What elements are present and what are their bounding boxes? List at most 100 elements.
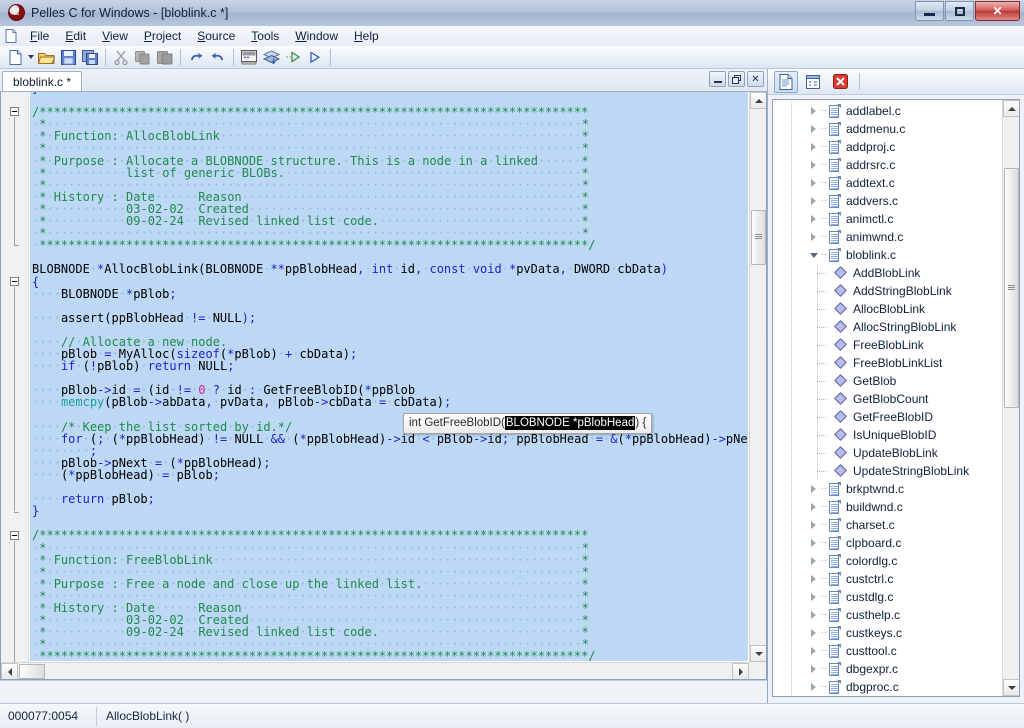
mdi-minimize-button[interactable] [709, 71, 726, 87]
mdi-close-button[interactable]: ✕ [747, 71, 764, 87]
tree-vertical-scrollbar-thumb[interactable] [1004, 168, 1019, 408]
source-files-view-button[interactable] [774, 71, 798, 93]
horizontal-scrollbar-thumb[interactable] [19, 664, 45, 679]
build-log-view-button[interactable] [801, 71, 825, 93]
close-button[interactable]: ✕ [975, 1, 1020, 21]
tree-scroll-down-button[interactable] [1003, 679, 1020, 696]
chevron-down-icon[interactable] [26, 47, 35, 68]
tree-expander-closed[interactable] [809, 178, 820, 189]
project-tree[interactable]: ··addlabel.c··addmenu.c··addproj.c··addr… [772, 99, 1020, 697]
tree-item-dbgproc-c[interactable]: ··dbgproc.c [773, 678, 1002, 696]
close-red-icon[interactable] [828, 71, 852, 93]
tree-item-getblob[interactable]: GetBlob [773, 372, 1002, 390]
tree-item-label: brkptwnd.c [846, 480, 904, 498]
build-icon[interactable] [238, 47, 260, 68]
run-blue-icon[interactable] [304, 47, 326, 68]
tree-item-colordlg-c[interactable]: ··colordlg.c [773, 552, 1002, 570]
tree-expander-closed[interactable] [809, 610, 820, 621]
tree-item-addbloblink[interactable]: AddBlobLink [773, 264, 1002, 282]
tree-expander-closed[interactable] [809, 592, 820, 603]
tree-item-addstringbloblink[interactable]: AddStringBlobLink [773, 282, 1002, 300]
tree-expander-open[interactable] [809, 250, 820, 261]
scroll-right-button[interactable] [732, 663, 749, 680]
tree-item-allocstringbloblink[interactable]: AllocStringBlobLink [773, 318, 1002, 336]
tree-expander-closed[interactable] [809, 484, 820, 495]
tree-expander-closed[interactable] [809, 232, 820, 243]
open-folder-icon[interactable] [35, 47, 57, 68]
code-editor[interactable]: } /*************************************… [0, 92, 767, 680]
tree-item-freebloblinklist[interactable]: FreeBlobLinkList [773, 354, 1002, 372]
tree-expander-closed[interactable] [809, 502, 820, 513]
undo-arrow-icon[interactable] [185, 47, 207, 68]
redo-arrow-icon[interactable] [207, 47, 229, 68]
project-tree-items[interactable]: ··addlabel.c··addmenu.c··addproj.c··addr… [773, 100, 1002, 696]
tree-item-charset-c[interactable]: ··charset.c [773, 516, 1002, 534]
tree-item-buildwnd-c[interactable]: ··buildwnd.c [773, 498, 1002, 516]
tree-item-bloblink-c[interactable]: ··bloblink.c [773, 246, 1002, 264]
tree-expander-closed[interactable] [809, 646, 820, 657]
scroll-down-button[interactable] [750, 645, 767, 662]
tree-item-isuniqueblobid[interactable]: IsUniqueBlobID [773, 426, 1002, 444]
tree-item-animctl-c[interactable]: ··animctl.c [773, 210, 1002, 228]
tree-item-addvers-c[interactable]: ··addvers.c [773, 192, 1002, 210]
tree-expander-closed[interactable] [809, 106, 820, 117]
tree-expander-closed[interactable] [809, 574, 820, 585]
menu-item-project[interactable]: Project [136, 27, 189, 46]
floppy-disk-icon[interactable] [57, 47, 79, 68]
tree-expander-closed[interactable] [809, 124, 820, 135]
new-document-icon[interactable] [4, 47, 26, 68]
tree-expander-closed[interactable] [809, 628, 820, 639]
vertical-scrollbar-thumb[interactable] [751, 210, 766, 265]
tree-item-animwnd-c[interactable]: ··animwnd.c [773, 228, 1002, 246]
tree-expander-closed[interactable] [809, 520, 820, 531]
menu-item-source[interactable]: Source [189, 27, 243, 46]
rebuild-stack-icon[interactable] [260, 47, 282, 68]
tree-item-addlabel-c[interactable]: ··addlabel.c [773, 102, 1002, 120]
menu-item-tools[interactable]: Tools [243, 27, 287, 46]
tree-item-updatebloblink[interactable]: UpdateBlobLink [773, 444, 1002, 462]
menu-item-help[interactable]: Help [346, 27, 387, 46]
tree-item-getfreeblobid[interactable]: GetFreeBlobID [773, 408, 1002, 426]
tree-expander-closed[interactable] [809, 142, 820, 153]
code-text-area[interactable]: } /*************************************… [30, 92, 748, 661]
tree-expander-closed[interactable] [809, 538, 820, 549]
editor-vertical-scrollbar[interactable] [749, 92, 766, 662]
tree-expander-closed[interactable] [809, 682, 820, 693]
tree-scroll-up-button[interactable] [1003, 100, 1020, 117]
minimize-button[interactable] [915, 1, 944, 21]
tree-item-updatestringbloblink[interactable]: UpdateStringBlobLink [773, 462, 1002, 480]
tree-expander-closed[interactable] [809, 214, 820, 225]
tree-item-dbgexpr-c[interactable]: ··dbgexpr.c [773, 660, 1002, 678]
tree-item-freebloblink[interactable]: FreeBlobLink [773, 336, 1002, 354]
mdi-restore-button[interactable] [728, 71, 745, 87]
tree-item-getblobcount[interactable]: GetBlobCount [773, 390, 1002, 408]
menu-item-file[interactable]: FFileile [22, 27, 57, 46]
tree-item-custtool-c[interactable]: ··custtool.c [773, 642, 1002, 660]
menu-item-edit[interactable]: Edit [57, 27, 94, 46]
tree-item-addrsrc-c[interactable]: ··addrsrc.c [773, 156, 1002, 174]
tree-expander-closed[interactable] [809, 196, 820, 207]
tree-item-allocbloblink[interactable]: AllocBlobLink [773, 300, 1002, 318]
tree-expander-closed[interactable] [809, 556, 820, 567]
save-all-icon[interactable] [79, 47, 101, 68]
tree-item-custkeys-c[interactable]: ··custkeys.c [773, 624, 1002, 642]
tree-item-custdlg-c[interactable]: ··custdlg.c [773, 588, 1002, 606]
tree-item-brkptwnd-c[interactable]: ··brkptwnd.c [773, 480, 1002, 498]
restore-button[interactable] [945, 1, 974, 21]
tree-item-custhelp-c[interactable]: ··custhelp.c [773, 606, 1002, 624]
editor-horizontal-scrollbar[interactable] [1, 662, 749, 679]
scroll-up-button[interactable] [750, 92, 767, 109]
tree-item-addtext-c[interactable]: ··addtext.c [773, 174, 1002, 192]
tree-item-addmenu-c[interactable]: ··addmenu.c [773, 120, 1002, 138]
tree-vertical-scrollbar[interactable] [1002, 100, 1019, 696]
tree-expander-closed[interactable] [809, 160, 820, 171]
tab-bloblink-c[interactable]: bloblink.c * [2, 71, 82, 91]
scroll-left-button[interactable] [1, 663, 18, 680]
fold-margin[interactable] [1, 92, 29, 679]
menu-item-window[interactable]: Window [287, 27, 346, 46]
tree-item-addproj-c[interactable]: ··addproj.c [773, 138, 1002, 156]
tree-item-custctrl-c[interactable]: ··custctrl.c [773, 570, 1002, 588]
menu-item-view[interactable]: View [94, 27, 136, 46]
tree-item-clpboard-c[interactable]: ··clpboard.c [773, 534, 1002, 552]
tree-expander-closed[interactable] [809, 664, 820, 675]
